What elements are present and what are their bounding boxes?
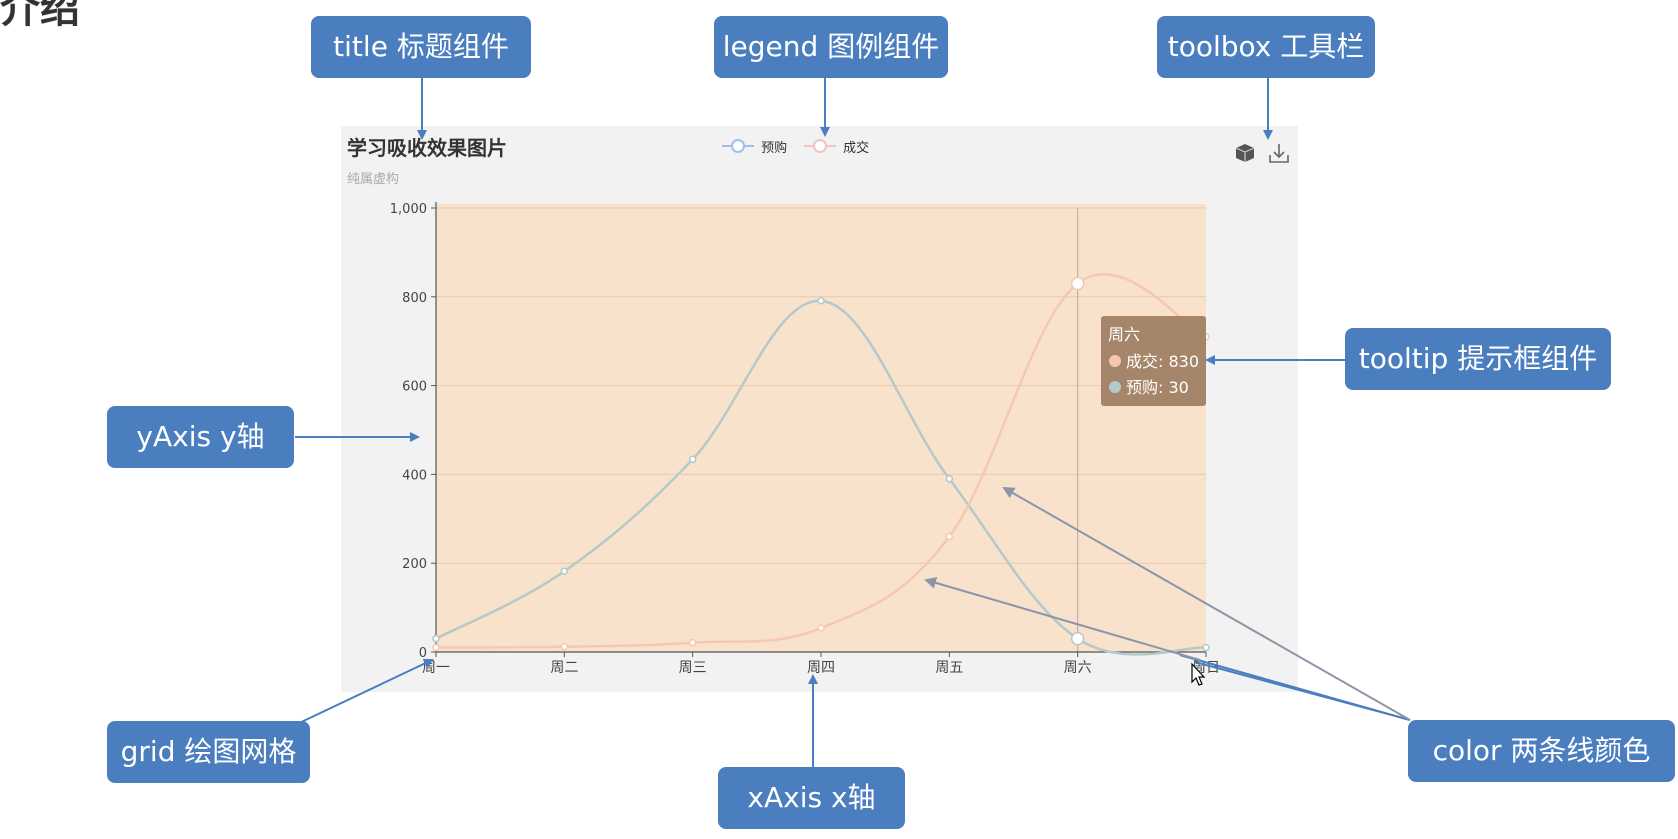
tooltip-line-chengjiao: 成交: 830 [1126, 352, 1199, 371]
data-point[interactable] [432, 643, 440, 652]
color-annotation: color 两条线颜色 [1408, 720, 1675, 782]
tooltip-annotation: tooltip 提示框组件 [1345, 328, 1611, 390]
data-point[interactable] [432, 634, 440, 643]
data-point[interactable] [688, 638, 697, 647]
x-tick-label: 周三 [679, 660, 707, 676]
toolbox-annotation: toolbox 工具栏 [1157, 16, 1375, 78]
grid-area [436, 204, 1206, 652]
x-tick-label: 周二 [550, 660, 578, 676]
y-tick-label: 400 [402, 468, 427, 483]
data-point[interactable] [560, 642, 569, 651]
yaxis-annotation: yAxis y轴 [107, 406, 294, 468]
data-point[interactable] [1070, 276, 1085, 291]
tooltip-marker-yugou [1109, 381, 1121, 393]
x-tick-label: 周六 [1064, 660, 1092, 676]
arrow-grid [294, 658, 434, 726]
data-point[interactable] [1070, 631, 1085, 646]
data-point[interactable] [560, 567, 569, 575]
y-tick-label: 0 [419, 646, 427, 661]
legend-annotation: legend 图例组件 [714, 16, 948, 78]
x-tick-label: 周四 [807, 660, 835, 676]
grid-annotation: grid 绘图网格 [107, 721, 310, 783]
data-point[interactable] [1202, 643, 1210, 652]
tooltip-line-yugou: 预购: 30 [1126, 378, 1189, 397]
y-tick-label: 800 [402, 291, 427, 306]
data-point[interactable] [945, 475, 954, 483]
data-point[interactable] [817, 624, 825, 632]
title-annotation: title 标题组件 [311, 16, 531, 78]
y-tick-label: 600 [402, 380, 427, 395]
x-tick-label: 周五 [935, 660, 963, 676]
data-point[interactable] [817, 297, 825, 305]
arrow-color-line [1179, 654, 1411, 721]
tooltip-category: 周六 [1108, 325, 1140, 344]
tooltip: 周六 成交: 830 预购: 30 [1101, 316, 1206, 406]
data-point[interactable] [945, 532, 954, 541]
y-tick-label: 200 [402, 557, 427, 572]
tooltip-marker-chengjiao [1109, 355, 1121, 367]
data-point[interactable] [688, 455, 697, 464]
y-tick-label: 1,000 [390, 202, 427, 217]
xaxis-annotation: xAxis x轴 [718, 767, 905, 829]
